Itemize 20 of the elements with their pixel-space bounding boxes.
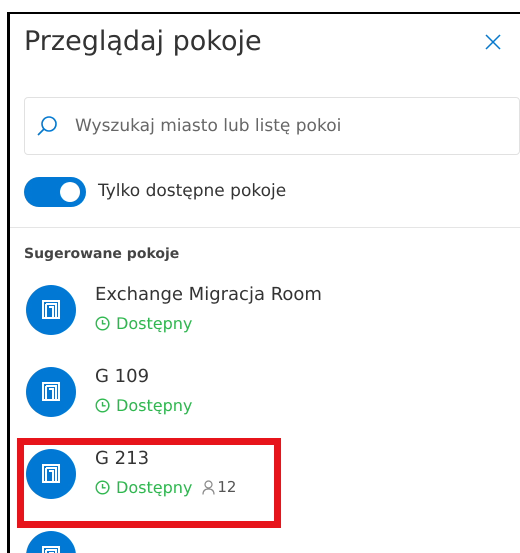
section-heading: Sugerowane pokoje <box>24 244 180 264</box>
toggle-switch[interactable] <box>24 176 86 206</box>
room-avatar-icon <box>26 284 76 334</box>
room-avatar-icon <box>26 366 76 416</box>
room-name: G 109 <box>95 364 150 388</box>
status-text: Dostępny <box>116 394 192 416</box>
clock-icon <box>95 398 110 413</box>
room-name: Exchange Migracja Room <box>95 282 322 306</box>
search-icon <box>36 114 58 136</box>
room-name: G 213 <box>95 446 150 470</box>
toggle-label: Tylko dostępne pokoje <box>98 180 286 203</box>
person-icon <box>202 480 216 495</box>
clock-icon <box>95 316 110 331</box>
room-avatar-icon <box>26 448 76 498</box>
status-text: Dostępny <box>116 312 192 334</box>
search-field[interactable]: Wyszukaj miasto lub listę pokoi <box>24 96 520 154</box>
clock-icon <box>95 480 110 495</box>
panel-title: Przeglądaj pokoje <box>24 25 262 59</box>
capacity-count: 12 <box>217 477 236 498</box>
status-text: Dostępny <box>116 476 192 498</box>
